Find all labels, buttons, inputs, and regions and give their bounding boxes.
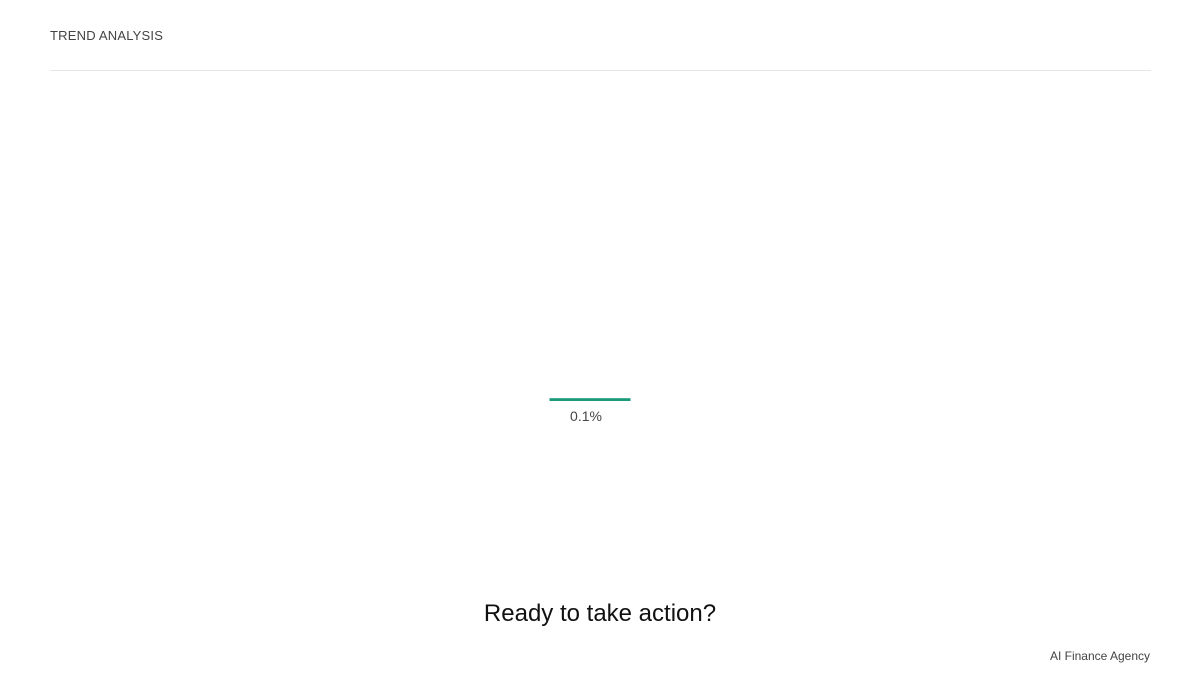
brand-name: AI Finance Agency: [1049, 649, 1150, 663]
header: TREND ANALYSIS: [50, 0, 1151, 71]
page: TREND ANALYSIS 0.1% Ready to take action…: [0, 0, 1200, 675]
cta-heading: Ready to take action?: [483, 600, 717, 627]
trend-chart: 0.1%: [50, 71, 1151, 551]
chart-data-label: 0.1%: [570, 408, 602, 424]
trend-chart-svg: 0.1%: [549, 398, 631, 424]
chart-bar: [549, 398, 631, 401]
section-label: TREND ANALYSIS: [50, 28, 164, 43]
